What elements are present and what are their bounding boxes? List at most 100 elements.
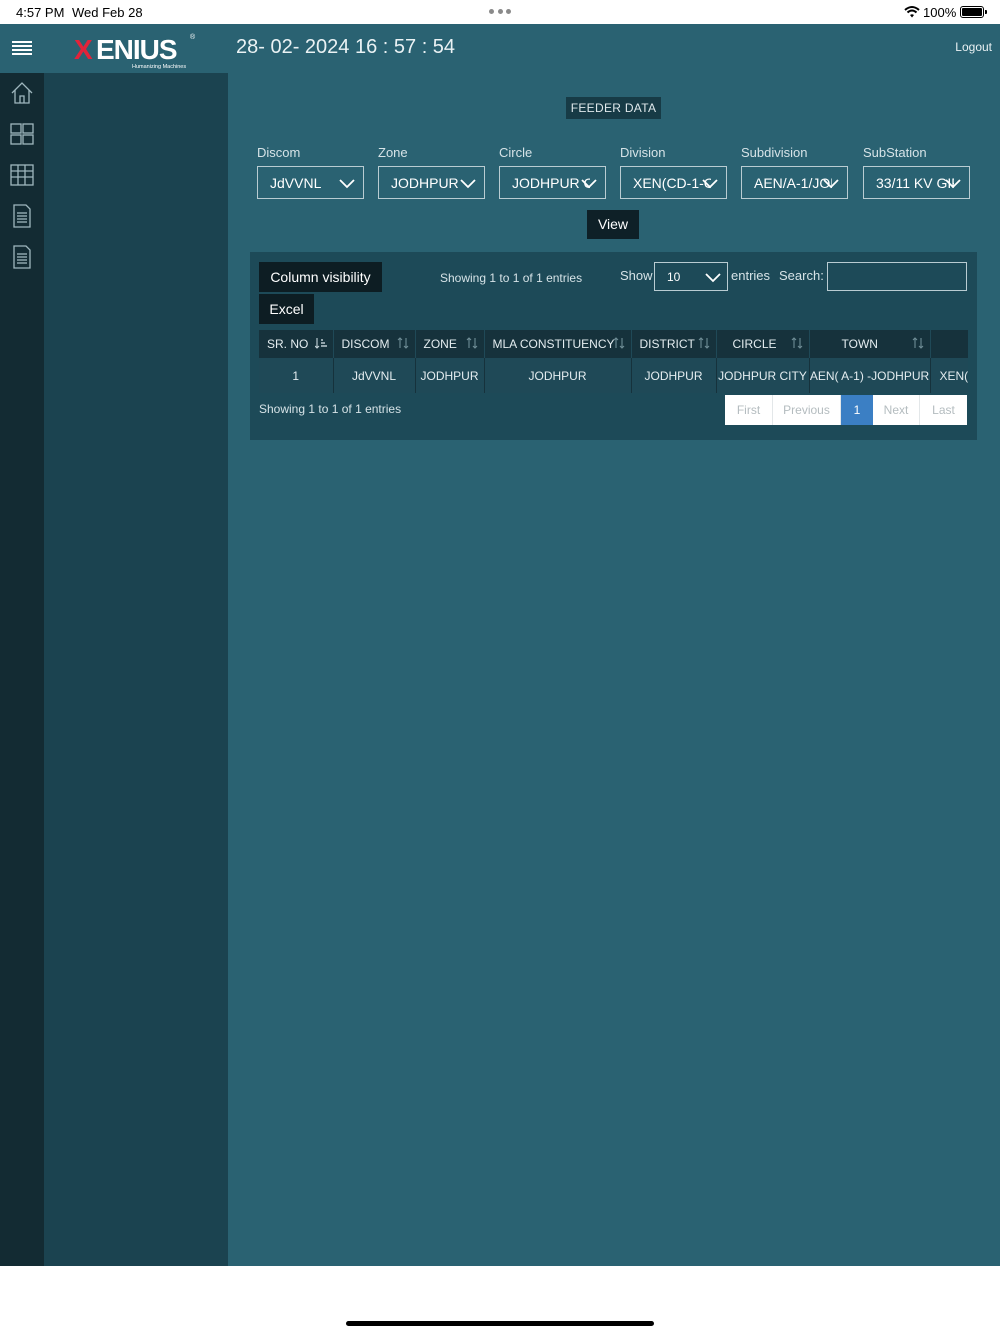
previous-page-button[interactable]: Previous	[773, 395, 841, 425]
status-date: Wed Feb 28	[72, 5, 143, 20]
subdivision-select[interactable]: AEN/A-1/JODHPUR	[741, 166, 848, 199]
column-visibility-button[interactable]: Column visibility	[259, 262, 382, 292]
col-header-sr-no[interactable]: SR. NO	[259, 330, 334, 358]
search-label: Search:	[779, 268, 824, 283]
wifi-icon	[904, 6, 920, 18]
select-value: AEN/A-1/JODHPUR	[754, 175, 832, 191]
sort-icon	[397, 337, 408, 349]
filter-label: SubStation	[863, 145, 927, 160]
document-icon[interactable]	[10, 204, 34, 228]
col-header-label: CIRCLE	[732, 337, 777, 351]
col-header-label: MLA CONSTITUENCY	[492, 337, 615, 351]
col-header-circle[interactable]: CIRCLE	[716, 330, 810, 358]
page-length-select[interactable]: 10	[654, 262, 728, 291]
sort-asc-icon	[314, 338, 327, 349]
cell-town: AEN( A-1) -JODHPUR	[809, 358, 931, 393]
select-value: JdVVNL	[270, 175, 322, 191]
current-datetime: 28- 02- 2024 16 : 57 : 54	[236, 36, 456, 58]
sort-icon	[613, 337, 624, 349]
status-time: 4:57 PM	[16, 5, 65, 20]
logout-link[interactable]: Logout	[955, 40, 992, 54]
filter-label: Subdivision	[741, 145, 808, 160]
table-info-bottom: Showing 1 to 1 of 1 entries	[259, 402, 402, 416]
filter-label: Division	[620, 145, 666, 160]
logo-word: ENIUS	[96, 34, 178, 65]
battery-percent: 100%	[923, 5, 957, 20]
chevron-down-icon	[945, 179, 961, 189]
cell-zone: JODHPUR	[415, 358, 485, 393]
col-header-label: SR. NO	[267, 337, 309, 351]
select-value: JODHPUR CITY	[512, 175, 590, 191]
col-header-label: DISTRICT	[639, 337, 695, 351]
filter-circle: Circle JODHPUR CITY	[499, 145, 606, 199]
last-page-button[interactable]: Last	[920, 395, 967, 425]
col-header-town[interactable]: TOWN	[809, 330, 931, 358]
home-icon[interactable]	[10, 81, 34, 105]
col-header-discom[interactable]: DISCOM	[333, 330, 416, 358]
view-button[interactable]: View	[587, 210, 639, 239]
filter-division: Division XEN(CD-1-CITY	[620, 145, 727, 199]
table-icon[interactable]	[10, 163, 34, 187]
excel-export-button[interactable]: Excel	[259, 294, 314, 324]
substation-select[interactable]: 33/11 KV GIR	[863, 166, 970, 199]
logo-registered: ®	[190, 34, 196, 41]
logo-tagline: Humanizing Machines	[132, 64, 187, 70]
sort-icon	[912, 337, 923, 349]
division-select[interactable]: XEN(CD-1-CITY	[620, 166, 727, 199]
feeder-table-panel: Column visibility Excel Showing 1 to 1 o…	[250, 252, 977, 440]
pagination: First Previous 1 Next Last	[725, 395, 967, 425]
logo-mark: X	[74, 34, 93, 65]
col-header-label: DISCOM	[341, 337, 390, 351]
col-header-district[interactable]: DISTRICT	[631, 330, 717, 358]
page-title: FEEDER DATA	[566, 97, 661, 119]
cell-district: JODHPUR	[631, 358, 717, 393]
filter-substation: SubStation 33/11 KV GIR	[863, 145, 970, 199]
chevron-down-icon	[460, 179, 476, 189]
table-info-top: Showing 1 to 1 of 1 entries	[440, 271, 583, 285]
show-label: Show	[620, 268, 653, 283]
chevron-down-icon	[705, 273, 721, 283]
page-length-value: 10	[667, 270, 681, 284]
home-indicator[interactable]	[346, 1321, 654, 1326]
multitasking-dots-icon[interactable]	[489, 9, 511, 15]
filter-label: Circle	[499, 145, 533, 160]
feeder-table: SR. NO DISCOM ZONE MLA CONSTITUENCY DIST	[259, 330, 968, 393]
search-input[interactable]	[827, 262, 967, 291]
col-header-division[interactable]	[930, 330, 968, 358]
first-page-button[interactable]: First	[725, 395, 773, 425]
table-row: 1 JdVVNL JODHPUR JODHPUR JODHPUR JODHPUR…	[259, 358, 968, 393]
select-value: XEN(CD-1-CITY	[633, 175, 711, 191]
filter-discom: Discom JdVVNL	[257, 145, 364, 199]
xenius-logo: X ENIUS ® Humanizing Machines	[74, 34, 198, 70]
app-header: X ENIUS ® Humanizing Machines 28- 02- 20…	[0, 24, 1000, 73]
cell-mla-constituency: JODHPUR	[484, 358, 632, 393]
sort-icon	[698, 337, 709, 349]
next-page-button[interactable]: Next	[873, 395, 920, 425]
sort-icon	[791, 337, 802, 349]
data-table-wrapper: SR. NO DISCOM ZONE MLA CONSTITUENCY DIST	[259, 330, 968, 394]
filter-subdivision: Subdivision AEN/A-1/JODHPUR	[741, 145, 848, 199]
battery-icon	[960, 6, 987, 18]
filter-label: Discom	[257, 145, 301, 160]
main-content: FEEDER DATA Discom JdVVNL Zone JODHPUR C…	[228, 73, 1000, 1266]
cell-sr-no: 1	[259, 358, 334, 393]
zone-select[interactable]: JODHPUR	[378, 166, 485, 199]
dashboard-grid-icon[interactable]	[10, 122, 34, 146]
discom-select[interactable]: JdVVNL	[257, 166, 364, 199]
filter-zone: Zone JODHPUR	[378, 145, 485, 199]
side-panel	[44, 73, 228, 1266]
select-value: JODHPUR	[391, 175, 459, 191]
filter-label: Zone	[378, 145, 408, 160]
report-icon[interactable]	[10, 245, 34, 269]
circle-select[interactable]: JODHPUR CITY	[499, 166, 606, 199]
sort-icon	[466, 337, 477, 349]
col-header-zone[interactable]: ZONE	[415, 330, 485, 358]
col-header-mla-constituency[interactable]: MLA CONSTITUENCY	[484, 330, 632, 358]
menu-icon[interactable]	[12, 41, 32, 55]
page-1-button[interactable]: 1	[841, 395, 873, 425]
table-header-row: SR. NO DISCOM ZONE MLA CONSTITUENCY DIST	[259, 330, 968, 358]
status-bar: 4:57 PM Wed Feb 28 100%	[0, 0, 1000, 24]
col-header-label: ZONE	[423, 337, 457, 351]
chevron-down-icon	[823, 179, 839, 189]
chevron-down-icon	[339, 179, 355, 189]
